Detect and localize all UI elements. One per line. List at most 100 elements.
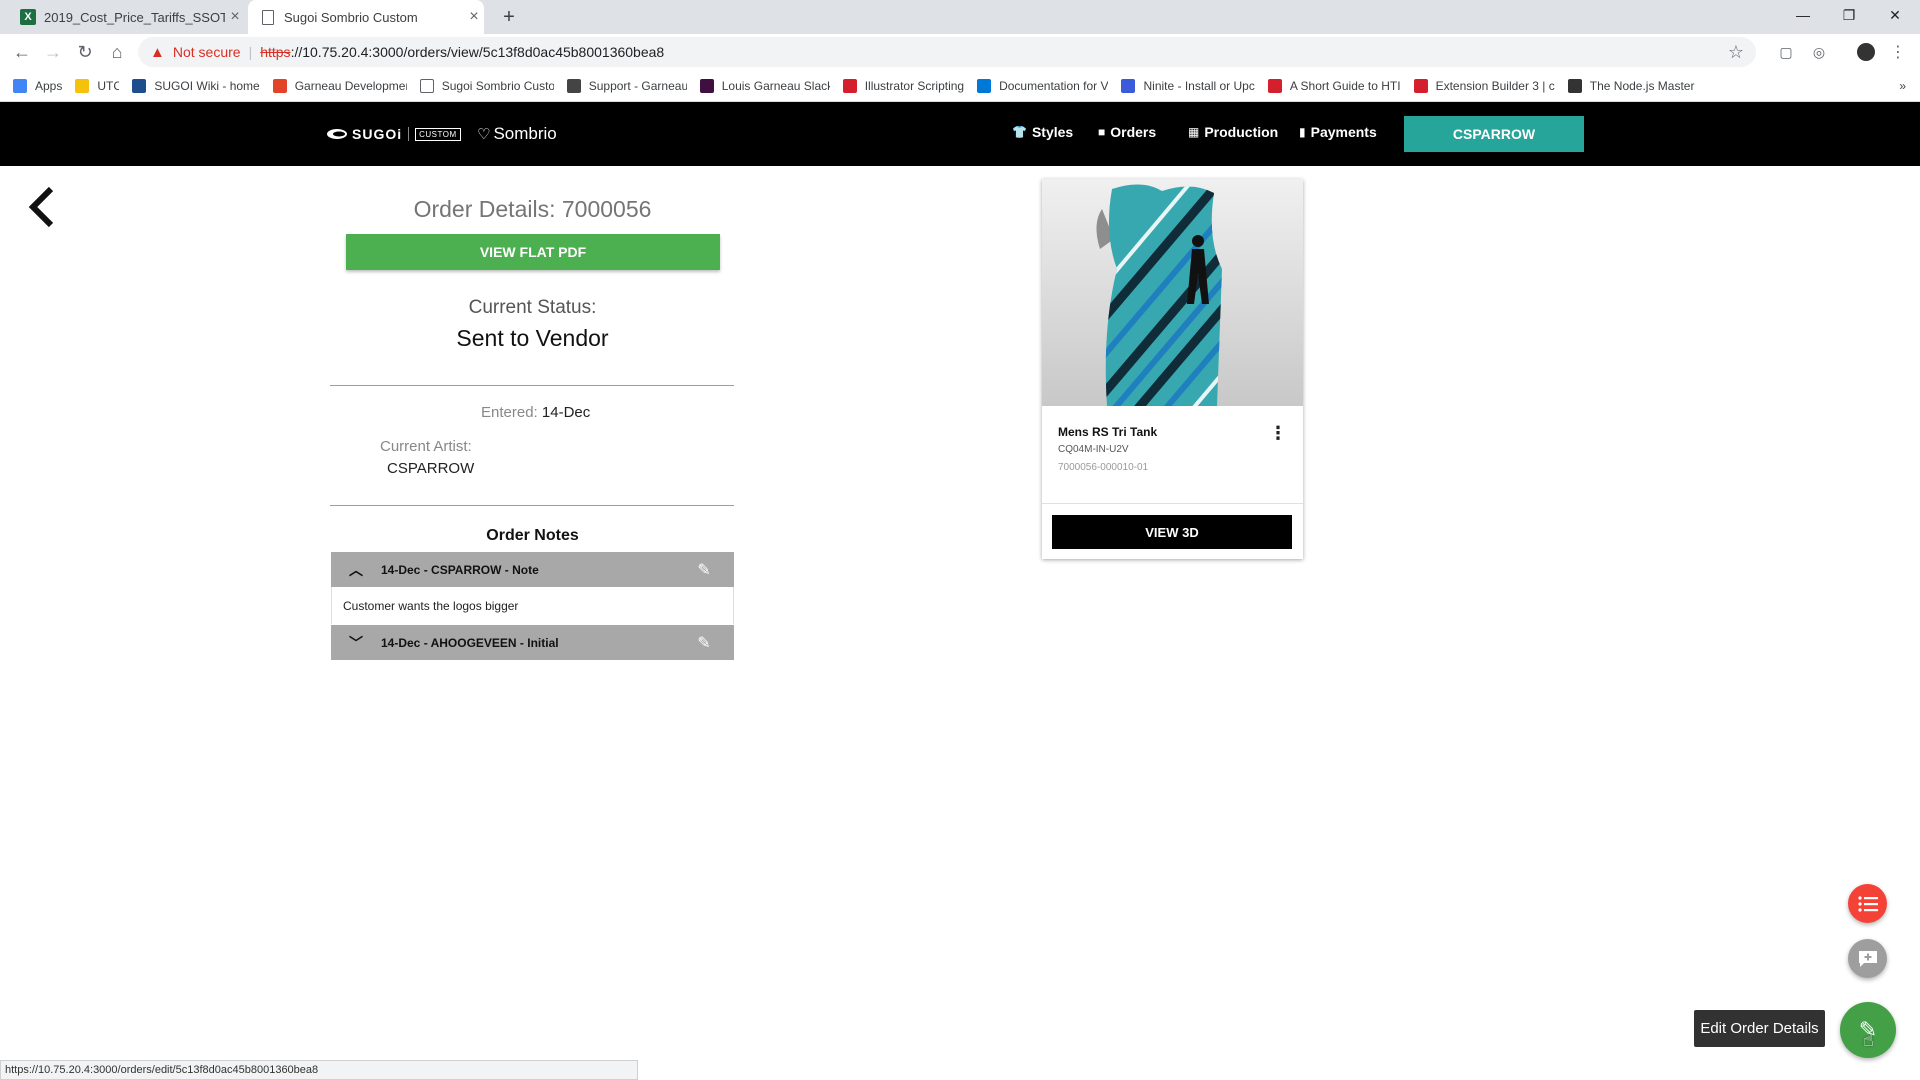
sombrio-logo[interactable]: ♡ Sombrio bbox=[477, 124, 557, 144]
url-separator: | bbox=[248, 44, 253, 60]
add-comment-fab[interactable] bbox=[1848, 939, 1887, 978]
warning-icon: ▲ bbox=[150, 43, 165, 61]
home-icon[interactable]: ⌂ bbox=[105, 40, 129, 64]
bookmark-item[interactable]: Extension Builder 3 | c bbox=[1413, 78, 1555, 93]
extension-icon[interactable]: ▢ bbox=[1774, 40, 1798, 64]
forward-icon[interactable]: → bbox=[41, 40, 65, 64]
bookmark-favicon-icon bbox=[13, 78, 27, 93]
reload-icon[interactable]: ↻ bbox=[73, 40, 97, 64]
note-header-text: 14-Dec - CSPARROW - Note bbox=[381, 562, 539, 577]
nav-production[interactable]: ▦ Production bbox=[1188, 124, 1278, 140]
bookmark-item[interactable]: Louis Garneau Slack bbox=[699, 78, 830, 93]
bookmark-label: Garneau Developmer bbox=[294, 78, 407, 93]
bookmark-item[interactable]: A Short Guide to HTI bbox=[1267, 78, 1401, 93]
entered-value: 14-Dec bbox=[541, 404, 591, 421]
bookmark-item[interactable]: The Node.js Master C bbox=[1567, 78, 1698, 93]
tab-title: Sugoi Sombrio Custom bbox=[284, 9, 418, 25]
bookmark-favicon-icon bbox=[75, 78, 90, 93]
mouse-cursor-icon: ☝ bbox=[1863, 1030, 1874, 1050]
file-icon: ▮ bbox=[1299, 125, 1306, 139]
bookmark-label: UTC bbox=[97, 78, 120, 93]
close-tab-icon[interactable]: × bbox=[464, 8, 484, 26]
note-header[interactable]: ︿ 14-Dec - CSPARROW - Note ✎ bbox=[331, 552, 734, 587]
order-title: Order Details: 7000056 bbox=[413, 196, 652, 222]
bookmark-item[interactable]: Documentation for V bbox=[977, 78, 1108, 93]
shirt-icon: 👕 bbox=[1012, 125, 1027, 139]
chevron-down-icon[interactable]: ﹀ bbox=[331, 633, 381, 653]
bookmark-item[interactable]: UTC bbox=[75, 78, 120, 93]
bookmark-item[interactable]: Apps bbox=[13, 78, 63, 93]
list-icon bbox=[1857, 895, 1878, 912]
nav-label: Styles bbox=[1031, 124, 1074, 140]
more-vert-icon[interactable]: ⋮ bbox=[1268, 423, 1288, 447]
view-flat-pdf-button[interactable]: VIEW FLAT PDF bbox=[346, 234, 720, 270]
new-tab-button[interactable]: + bbox=[497, 0, 521, 34]
product-image[interactable] bbox=[1042, 179, 1303, 406]
sugoi-logo[interactable]: SUGOi CUSTOM bbox=[326, 126, 461, 142]
note-header-text: 14-Dec - AHOOGEVEEN - Initial bbox=[381, 635, 559, 650]
profile-avatar-icon[interactable] bbox=[1854, 40, 1878, 64]
bookmark-favicon-icon bbox=[842, 78, 857, 93]
browser-tab-active[interactable]: Sugoi Sombrio Custom × bbox=[248, 0, 484, 34]
view-3d-button[interactable]: VIEW 3D bbox=[1052, 515, 1292, 549]
nav-label: Orders bbox=[1110, 124, 1157, 140]
add-comment-icon bbox=[1858, 950, 1877, 967]
bookmark-label: Extension Builder 3 | c bbox=[1435, 78, 1555, 93]
user-button[interactable]: CSPARROW bbox=[1404, 116, 1584, 152]
nav-label: Production bbox=[1204, 124, 1279, 140]
bookmark-favicon-icon bbox=[566, 78, 581, 93]
tab-title: 2019_Cost_Price_Tariffs_SSOT.xlsx bbox=[44, 9, 225, 25]
minimize-icon[interactable]: — bbox=[1780, 0, 1826, 30]
divider bbox=[330, 385, 734, 386]
bookmark-item[interactable]: Sugoi Sombrio Custo bbox=[419, 78, 554, 93]
back-chevron-icon[interactable] bbox=[25, 185, 65, 230]
bookmark-label: Support - Garneau bbox=[588, 78, 687, 93]
product-name: Mens RS Tri Tank bbox=[1058, 425, 1158, 439]
bookmark-item[interactable]: SUGOI Wiki - home bbox=[132, 78, 260, 93]
close-window-icon[interactable]: ✕ bbox=[1872, 0, 1918, 30]
nav-styles[interactable]: 👕 Styles bbox=[1012, 124, 1073, 140]
bookmark-favicon-icon bbox=[132, 78, 147, 93]
bookmark-favicon-icon bbox=[699, 78, 714, 93]
bookmark-favicon-icon bbox=[1413, 78, 1428, 93]
address-bar[interactable]: ▲ Not secure | https ://10.75.20.4:3000/… bbox=[138, 37, 1756, 67]
nav-payments[interactable]: ▮ Payments bbox=[1299, 124, 1377, 140]
bookmarks-overflow-icon[interactable]: » bbox=[1899, 79, 1906, 93]
bookmark-favicon-icon bbox=[419, 78, 434, 93]
browser-tab-excel[interactable]: X 2019_Cost_Price_Tariffs_SSOT.xlsx × bbox=[10, 0, 245, 34]
brand-sombrio: Sombrio bbox=[493, 124, 557, 143]
brand-sugoi: SUGOi bbox=[352, 126, 403, 142]
bookmark-item[interactable]: Illustrator Scripting bbox=[842, 78, 965, 93]
bookmark-item[interactable]: Ninite - Install or Upc bbox=[1121, 78, 1255, 93]
bookmark-item[interactable]: Garneau Developmer bbox=[272, 78, 407, 93]
bookmark-item[interactable]: Support - Garneau bbox=[566, 78, 687, 93]
browser-status-url: https://10.75.20.4:3000/orders/edit/5c13… bbox=[0, 1060, 638, 1080]
close-tab-icon[interactable]: × bbox=[225, 8, 245, 26]
brand-divider bbox=[408, 127, 410, 141]
edit-order-tooltip: Edit Order Details bbox=[1694, 1010, 1825, 1047]
bookmark-label: Apps bbox=[35, 78, 63, 93]
list-fab[interactable] bbox=[1848, 884, 1887, 923]
bookmark-label: Sugoi Sombrio Custo bbox=[441, 78, 554, 93]
restore-icon[interactable]: ❐ bbox=[1826, 0, 1872, 30]
sugoi-swoosh-icon bbox=[327, 129, 347, 139]
nav-label: Payments bbox=[1310, 124, 1377, 140]
note-header[interactable]: ﹀ 14-Dec - AHOOGEVEEN - Initial ✎ bbox=[331, 625, 734, 660]
browser-toolbar: ← → ↻ ⌂ ▲ Not secure | https ://10.75.20… bbox=[0, 34, 1920, 70]
edit-pencil-icon[interactable]: ✎ bbox=[674, 633, 734, 653]
back-icon[interactable]: ← bbox=[10, 40, 34, 64]
bookmark-favicon-icon bbox=[977, 78, 992, 93]
bookmarks-bar: Apps UTC SUGOI Wiki - home Garneau Developm… bbox=[0, 70, 1920, 102]
edit-pencil-icon[interactable]: ✎ bbox=[674, 560, 734, 580]
product-sku: CQ04M-IN-U2V bbox=[1058, 444, 1129, 455]
url-path: ://10.75.20.4:3000/orders/view/5c13f8d0a… bbox=[290, 44, 665, 60]
extension-icon-2[interactable]: ◎ bbox=[1807, 40, 1831, 64]
excel-icon: X bbox=[20, 9, 36, 25]
divider bbox=[330, 505, 734, 506]
page-icon bbox=[262, 9, 274, 25]
browser-menu-icon[interactable]: ⋮ bbox=[1886, 40, 1910, 64]
nav-orders[interactable]: ■ Orders bbox=[1098, 124, 1156, 140]
chevron-up-icon[interactable]: ︿ bbox=[331, 560, 381, 580]
bookmark-star-icon[interactable]: ☆ bbox=[1728, 42, 1744, 63]
bookmark-label: Illustrator Scripting bbox=[864, 78, 965, 93]
